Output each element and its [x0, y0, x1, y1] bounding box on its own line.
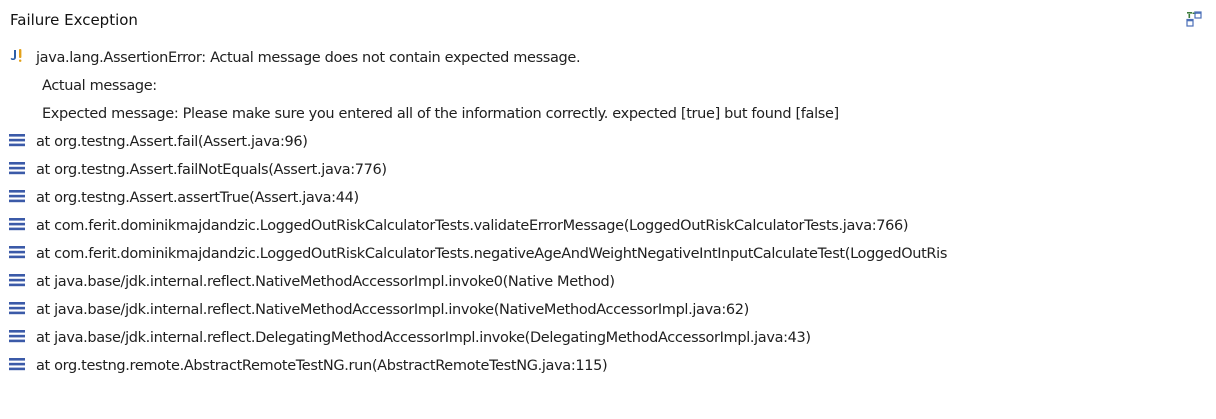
- junit-failure-icon: [8, 48, 26, 66]
- stack-frame-text: at com.ferit.dominikmajdandzic.LoggedOut…: [36, 218, 909, 234]
- stack-frame-row[interactable]: at com.ferit.dominikmajdandzic.LoggedOut…: [0, 240, 1216, 268]
- stack-trace-filter-icon[interactable]: [1183, 8, 1205, 30]
- stack-frame-row[interactable]: at org.testng.Assert.fail(Assert.java:96…: [0, 128, 1216, 156]
- stack-frame-row[interactable]: at org.testng.Assert.assertTrue(Assert.j…: [0, 184, 1216, 212]
- stack-frame-icon: [8, 328, 26, 346]
- stack-frame-text: at org.testng.Assert.fail(Assert.java:96…: [36, 134, 308, 150]
- stack-frame-icon: [8, 272, 26, 290]
- stack-frame-icon: [8, 300, 26, 318]
- stack-frame-row[interactable]: at org.testng.Assert.failNotEquals(Asser…: [0, 156, 1216, 184]
- exception-message-row[interactable]: java.lang.AssertionError: Actual message…: [0, 44, 1216, 72]
- failure-exception-panel: Failure Exception java.lang.AssertionErr…: [0, 0, 1216, 419]
- stack-frame-row[interactable]: at org.testng.remote.AbstractRemoteTestN…: [0, 352, 1216, 380]
- stack-frame-row[interactable]: at java.base/jdk.internal.reflect.Native…: [0, 268, 1216, 296]
- stack-trace-list: java.lang.AssertionError: Actual message…: [0, 44, 1216, 380]
- panel-header: Failure Exception: [0, 0, 1216, 40]
- stack-frame-icon: [8, 132, 26, 150]
- stack-frame-icon: [8, 188, 26, 206]
- exception-message: java.lang.AssertionError: Actual message…: [36, 50, 581, 66]
- stack-frame-text: at org.testng.remote.AbstractRemoteTestN…: [36, 358, 608, 374]
- stack-frame-row[interactable]: at java.base/jdk.internal.reflect.Native…: [0, 296, 1216, 324]
- stack-frame-icon: [8, 356, 26, 374]
- stack-frame-text: at java.base/jdk.internal.reflect.Native…: [36, 302, 749, 318]
- stack-frame-icon: [8, 244, 26, 262]
- stack-frame-text: at java.base/jdk.internal.reflect.Native…: [36, 274, 615, 290]
- stack-frame-row[interactable]: at com.ferit.dominikmajdandzic.LoggedOut…: [0, 212, 1216, 240]
- exception-detail-row[interactable]: Actual message:: [0, 72, 1216, 100]
- panel-title: Failure Exception: [10, 11, 138, 29]
- stack-frame-icon: [8, 160, 26, 178]
- stack-frame-text: at org.testng.Assert.assertTrue(Assert.j…: [36, 190, 359, 206]
- stack-frame-icon: [8, 216, 26, 234]
- stack-frame-text: at com.ferit.dominikmajdandzic.LoggedOut…: [36, 246, 948, 262]
- expected-message-text: Expected message: Please make sure you e…: [42, 106, 839, 122]
- exception-detail-row[interactable]: Expected message: Please make sure you e…: [0, 100, 1216, 128]
- actual-message-label: Actual message:: [42, 78, 157, 94]
- stack-frame-text: at org.testng.Assert.failNotEquals(Asser…: [36, 162, 387, 178]
- stack-frame-row[interactable]: at java.base/jdk.internal.reflect.Delega…: [0, 324, 1216, 352]
- stack-frame-text: at java.base/jdk.internal.reflect.Delega…: [36, 330, 811, 346]
